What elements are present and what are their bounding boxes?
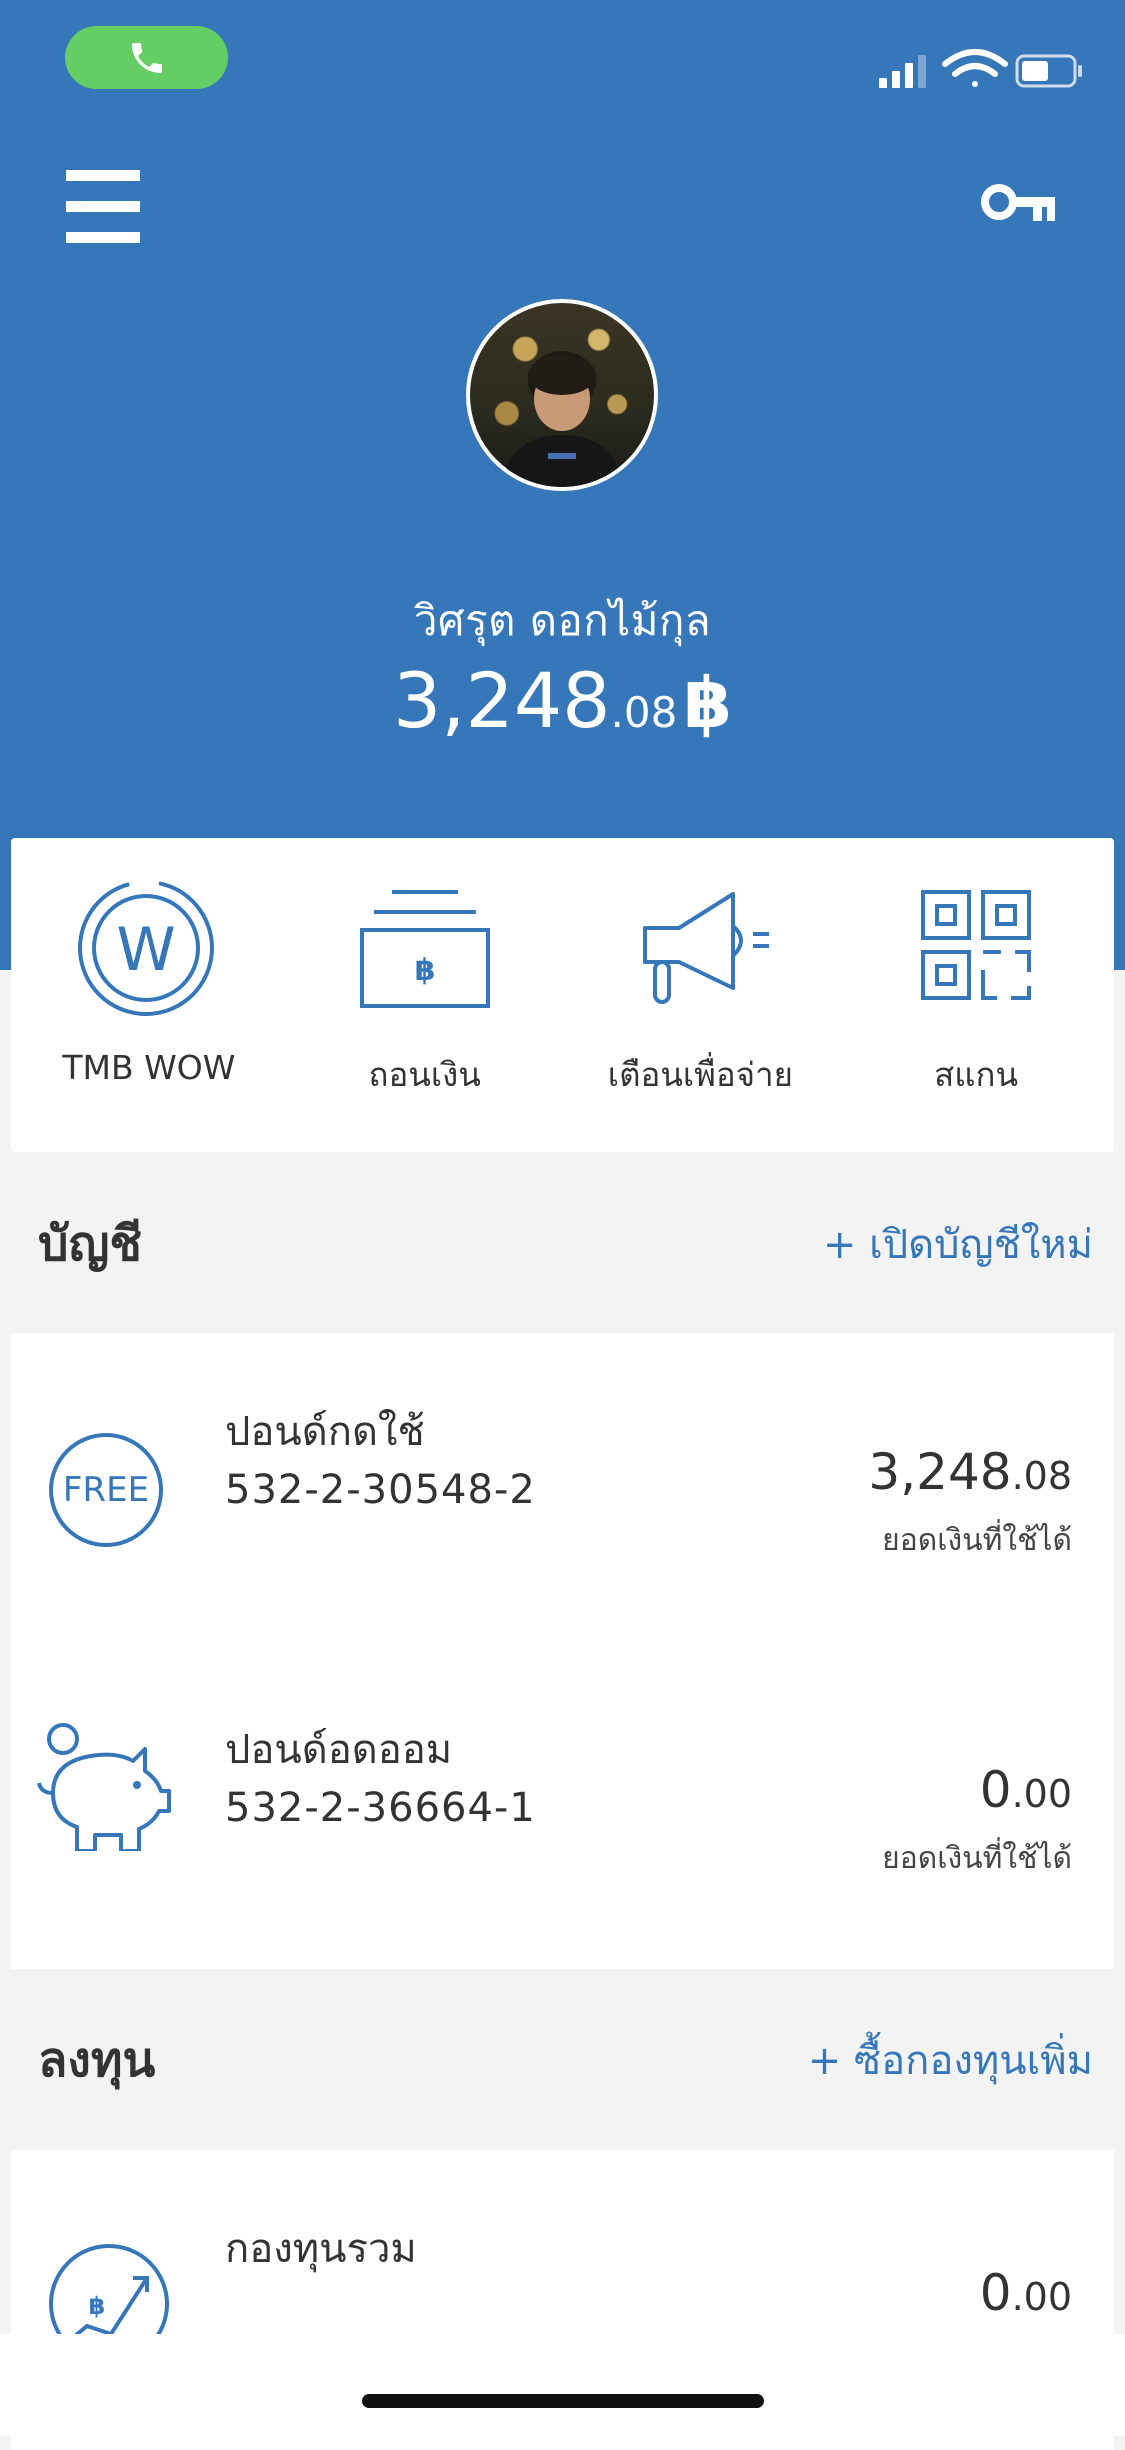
quick-action-remind-pay[interactable]: เตือนเพื่อจ่าย: [563, 838, 839, 1152]
amount-decimal: .00: [1011, 1772, 1072, 1816]
quick-action-label: สแกน: [934, 1055, 1019, 1094]
bottom-bar: [0, 2334, 1125, 2436]
quick-actions-card: W TMB WOW ฿ ถอนเงิน เตือนเพื่อจ่าย สแกน: [11, 838, 1114, 1152]
qr-scan-icon: [921, 890, 1032, 1000]
active-call-pill[interactable]: [65, 26, 228, 89]
amount-main: 0: [979, 2264, 1012, 2322]
fund-balance: 0.00: [980, 2264, 1072, 2322]
account-balance: 3,248.08: [868, 1443, 1072, 1501]
buy-more-funds-link[interactable]: + ซื้อกองทุนเพิ่ม: [808, 2028, 1093, 2092]
key-icon[interactable]: [981, 180, 1057, 230]
account-number: 532-2-36664-1: [225, 1785, 536, 1831]
piggy-bank-icon: [37, 1723, 171, 1851]
account-number: 532-2-30548-2: [225, 1467, 536, 1513]
accounts-section-title: บัญชี: [38, 1216, 142, 1272]
svg-text:฿: ฿: [414, 953, 435, 988]
cellular-signal-icon: [879, 55, 926, 88]
fund-name: กองทุนรวม: [225, 2226, 417, 2272]
quick-action-scan[interactable]: สแกน: [838, 838, 1114, 1152]
battery-icon: [1015, 54, 1082, 88]
quick-action-label: TMB WOW: [62, 1048, 236, 1087]
account-name: ปอนด์กดใช้: [225, 1409, 425, 1455]
account-row[interactable]: ปอนด์อดออม 532-2-36664-1 0.00 ยอดเงินที่…: [11, 1651, 1114, 1969]
amount-main: 0: [979, 1761, 1012, 1819]
user-name: วิศรุต ดอกไม้กุล: [413, 596, 712, 645]
hamburger-menu-icon[interactable]: [66, 170, 140, 243]
withdraw-cash-icon: ฿: [359, 890, 490, 1008]
total-balance: 3,248.08฿: [0, 656, 1125, 745]
accounts-card: FREE ปอนด์กดใช้ 532-2-30548-2 3,248.08 ย…: [11, 1333, 1114, 1969]
phone-icon: [131, 42, 162, 73]
amount-decimal: .00: [1011, 2275, 1072, 2319]
account-name: ปอนด์อดออม: [225, 1727, 453, 1773]
currency-symbol: ฿: [683, 662, 733, 744]
home-indicator[interactable]: [362, 2394, 764, 2408]
quick-action-label: เตือนเพื่อจ่าย: [607, 1055, 793, 1094]
free-account-icon: FREE: [49, 1433, 163, 1547]
available-balance-label: ยอดเงินที่ใช้ได้: [882, 1523, 1072, 1558]
svg-text:W: W: [116, 915, 175, 985]
status-icons: [875, 46, 1085, 92]
quick-action-withdraw[interactable]: ฿ ถอนเงิน: [287, 838, 563, 1152]
available-balance-label: ยอดเงินที่ใช้ได้: [882, 1841, 1072, 1876]
megaphone-icon: [643, 892, 770, 1004]
amount-decimal: .08: [1011, 1454, 1072, 1498]
tmb-wow-icon: W: [77, 880, 214, 1016]
account-row[interactable]: FREE ปอนด์กดใช้ 532-2-30548-2 3,248.08 ย…: [11, 1333, 1114, 1651]
open-new-account-link[interactable]: + เปิดบัญชีใหม่: [823, 1212, 1093, 1276]
account-balance: 0.00: [980, 1761, 1072, 1819]
balance-decimal: .08: [610, 688, 678, 737]
invest-section-title: ลงทุน: [38, 2032, 156, 2088]
quick-action-label: ถอนเงิน: [368, 1055, 481, 1094]
quick-action-tmb-wow[interactable]: W TMB WOW: [11, 838, 287, 1152]
amount-main: 3,248: [868, 1443, 1012, 1501]
free-badge-text: FREE: [62, 1470, 150, 1510]
balance-main: 3,248: [392, 656, 611, 745]
avatar[interactable]: [466, 299, 658, 491]
svg-text:฿: ฿: [89, 2292, 106, 2320]
wifi-icon: [942, 49, 1008, 87]
